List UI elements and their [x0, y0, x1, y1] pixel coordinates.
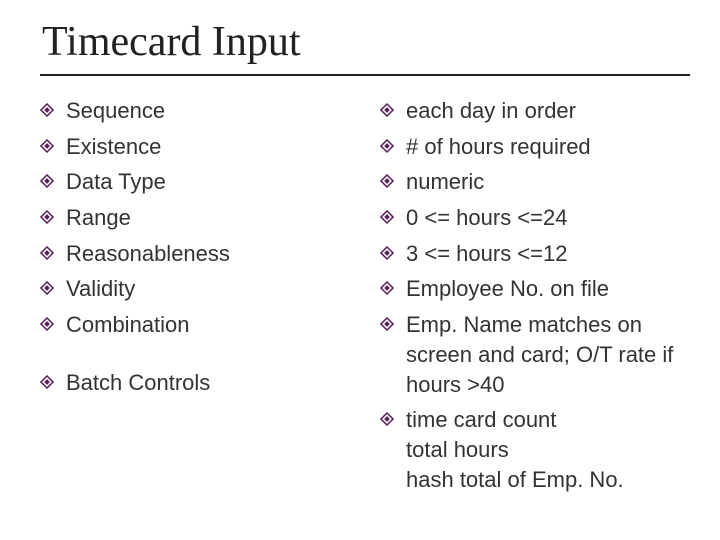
- right-column: each day in order # of hours required nume…: [380, 96, 690, 500]
- left-item: Reasonableness: [40, 239, 340, 269]
- right-item-label: each day in order: [406, 96, 690, 126]
- left-after-gap-item: Batch Controls: [40, 368, 340, 398]
- left-item: Range: [40, 203, 340, 233]
- left-item: Combination: [40, 310, 340, 340]
- bullet-icon: [40, 281, 54, 295]
- left-item-label: Combination: [66, 310, 340, 340]
- right-list: each day in order # of hours required nume…: [380, 96, 690, 494]
- right-item: numeric: [380, 167, 690, 197]
- title-underline: [40, 74, 690, 76]
- right-item: 0 <= hours <=24: [380, 203, 690, 233]
- bullet-icon: [40, 139, 54, 153]
- bullet-icon: [40, 375, 54, 389]
- right-item: time card counttotal hourshash total of …: [380, 405, 690, 494]
- bullet-icon: [380, 317, 394, 331]
- left-item-label: Range: [66, 203, 340, 233]
- right-item: Emp. Name matches on screen and card; O/…: [380, 310, 690, 399]
- right-item-label: 0 <= hours <=24: [406, 203, 690, 233]
- right-item: Employee No. on file: [380, 274, 690, 304]
- left-item-label: Reasonableness: [66, 239, 340, 269]
- bullet-icon: [380, 246, 394, 260]
- left-item-label: Sequence: [66, 96, 340, 126]
- bullet-icon: [40, 317, 54, 331]
- bullet-icon: [380, 103, 394, 117]
- bullet-icon: [380, 412, 394, 426]
- left-item: Sequence: [40, 96, 340, 126]
- left-item: Validity: [40, 274, 340, 304]
- content-columns: Sequence Existence Data Type Range Reasonabl…: [40, 96, 690, 500]
- right-item-label: Employee No. on file: [406, 274, 690, 304]
- bullet-icon: [40, 174, 54, 188]
- right-item-label: numeric: [406, 167, 690, 197]
- left-item-label: Data Type: [66, 167, 340, 197]
- right-item: # of hours required: [380, 132, 690, 162]
- slide-title: Timecard Input: [42, 18, 690, 66]
- right-item: each day in order: [380, 96, 690, 126]
- left-column: Sequence Existence Data Type Range Reasonabl…: [40, 96, 340, 500]
- right-item-label: # of hours required: [406, 132, 690, 162]
- right-item: 3 <= hours <=12: [380, 239, 690, 269]
- bullet-icon: [40, 103, 54, 117]
- bullet-icon: [40, 210, 54, 224]
- left-item: Data Type: [40, 167, 340, 197]
- left-list: Sequence Existence Data Type Range Reasonabl…: [40, 96, 340, 340]
- left-list-after-gap: Batch Controls: [40, 368, 340, 398]
- bullet-icon: [380, 174, 394, 188]
- bullet-icon: [380, 210, 394, 224]
- right-item-label: 3 <= hours <=12: [406, 239, 690, 269]
- left-item-label: Existence: [66, 132, 340, 162]
- right-item-label: Emp. Name matches on screen and card; O/…: [406, 310, 690, 399]
- slide: Timecard Input Sequence Existence Data Typ…: [0, 0, 720, 540]
- bullet-icon: [380, 139, 394, 153]
- left-item-label: Validity: [66, 274, 340, 304]
- right-item-label: time card counttotal hourshash total of …: [406, 405, 690, 494]
- left-after-gap-item-label: Batch Controls: [66, 368, 340, 398]
- bullet-icon: [40, 246, 54, 260]
- left-item: Existence: [40, 132, 340, 162]
- list-gap: [40, 346, 340, 368]
- bullet-icon: [380, 281, 394, 295]
